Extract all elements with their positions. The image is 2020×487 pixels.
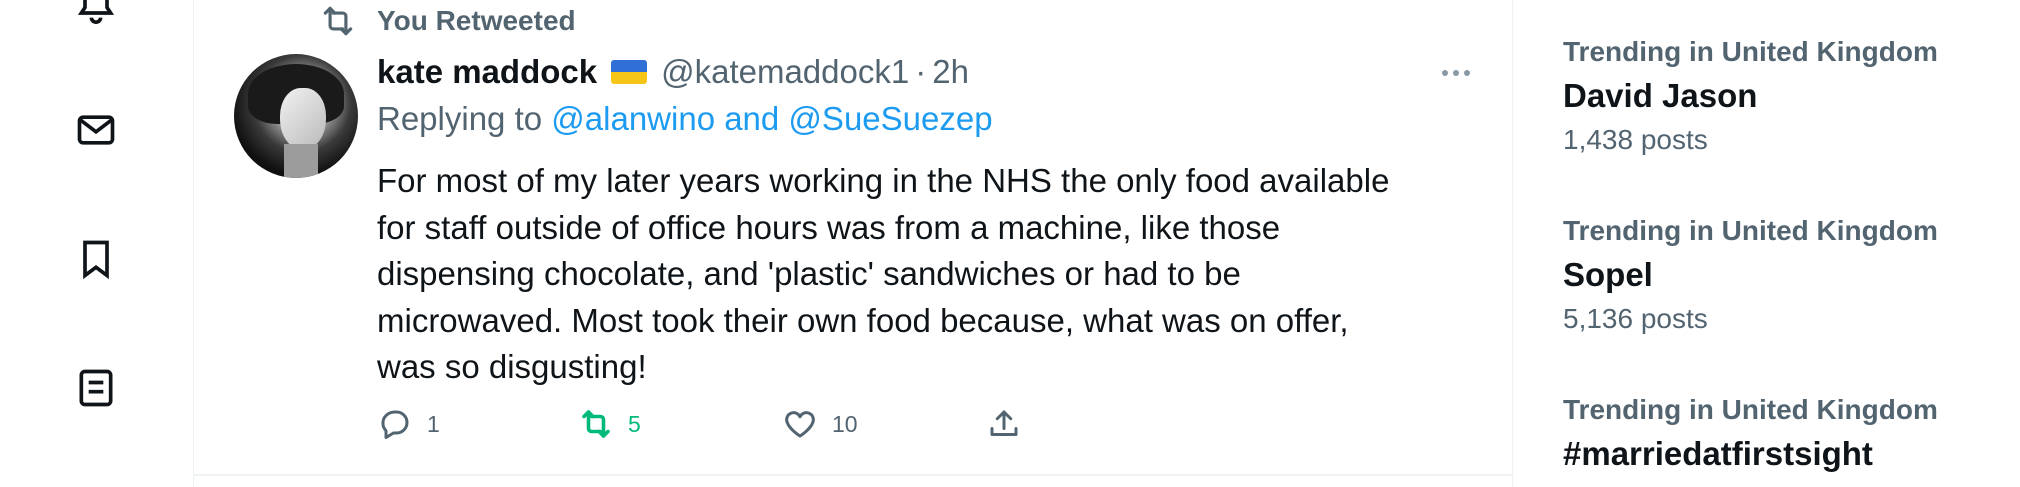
trend-context: Trending in United Kingdom	[1563, 215, 1938, 246]
notifications-icon[interactable]	[74, 0, 118, 24]
trend-context: Trending in United Kingdom	[1563, 394, 1938, 425]
trend-count: 1,438 posts	[1563, 124, 1708, 155]
author-handle[interactable]: @katemaddock1	[661, 53, 909, 91]
share-icon	[990, 410, 1018, 436]
tweet-text-line: dispensing chocolate, and 'plastic' sand…	[377, 255, 1241, 292]
separator-dot: ·	[915, 53, 927, 90]
replying-to-users-link[interactable]: @alanwino and @SueSuezep	[551, 100, 992, 137]
trend-name: #marriedatfirstsight	[1563, 435, 1873, 472]
heart-icon	[785, 411, 815, 438]
divider	[193, 474, 1513, 476]
trend-item[interactable]: Trending in United Kingdom Sopel 5,136 p…	[1563, 213, 1938, 337]
tweet-text-line: for staff outside of office hours was fr…	[377, 208, 1281, 246]
lists-icon[interactable]	[74, 366, 118, 410]
bookmarks-icon[interactable]	[74, 237, 118, 281]
trend-count: 5,136 posts	[1563, 303, 1708, 334]
trend-context: Trending in United Kingdom	[1563, 36, 1938, 67]
reply-button[interactable]: 1	[377, 402, 440, 446]
trend-item[interactable]: Trending in United Kingdom David Jason 1…	[1563, 34, 1938, 158]
like-count: 10	[832, 410, 858, 437]
avatar[interactable]	[234, 54, 358, 178]
retweet-button[interactable]: 5	[578, 402, 641, 446]
more-options-button[interactable]	[1436, 58, 1476, 88]
reply-icon	[381, 410, 409, 439]
tweet-time[interactable]: 2h	[932, 53, 969, 91]
ukraine-flag-icon	[611, 60, 648, 84]
retweet-count: 5	[628, 410, 641, 437]
reply-count: 1	[427, 410, 440, 437]
messages-icon[interactable]	[74, 108, 118, 152]
more-icon	[1442, 70, 1448, 76]
tweet-header: kate maddock @katemaddock1 · 2h	[377, 48, 969, 96]
tweet-text-line: microwaved. Most took their own food bec…	[377, 301, 1349, 339]
retweet-icon	[323, 6, 353, 36]
trend-item[interactable]: Trending in United Kingdom #marriedatfir…	[1563, 392, 1938, 476]
social-context-label: You Retweeted	[377, 5, 576, 36]
tweet-text-line: For most of my later years working in th…	[377, 162, 1390, 199]
share-button[interactable]	[986, 402, 1036, 446]
tweet-text-line: was so disgusting!	[377, 348, 647, 385]
retweet-icon	[582, 410, 610, 438]
replying-to: Replying to @alanwino and @SueSuezep	[377, 100, 993, 144]
trend-name: Sopel	[1563, 256, 1653, 293]
replying-prefix: Replying to	[377, 100, 543, 137]
trend-name: David Jason	[1563, 77, 1758, 114]
author-name[interactable]: kate maddock	[377, 53, 597, 91]
tweet-text: For most of my later years working in th…	[377, 158, 1457, 391]
social-context[interactable]: You Retweeted	[319, 3, 576, 39]
like-button[interactable]: 10	[782, 402, 858, 446]
